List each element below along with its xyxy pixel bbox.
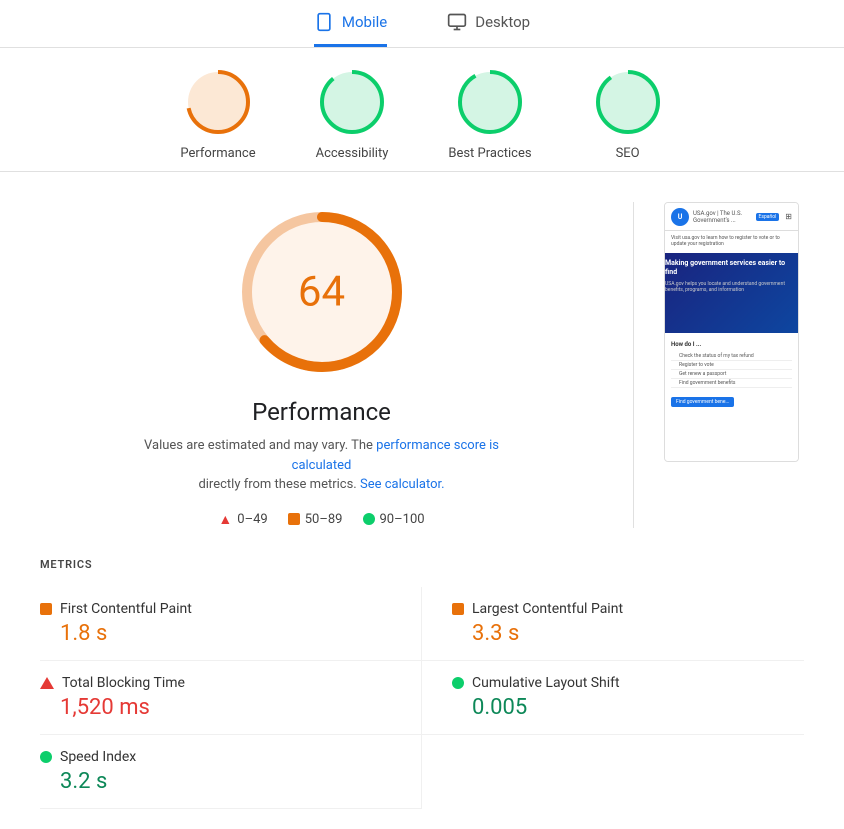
seo-circle-svg	[592, 66, 664, 138]
screenshot-how-label: How do I ...	[671, 337, 792, 352]
usa-gov-logo: U	[671, 208, 689, 226]
screenshot-container: U USA.gov | The U.S. Government's ... Es…	[664, 202, 799, 462]
score-circle-seo: SEO	[592, 66, 664, 161]
metric-fcp: First Contentful Paint 1.8 s	[40, 587, 422, 661]
fcp-value: 1.8 s	[60, 621, 381, 646]
desktop-icon	[447, 12, 467, 32]
tab-mobile[interactable]: Mobile	[314, 12, 387, 47]
screenshot-list-item-2: Register to vote	[671, 361, 792, 370]
performance-circle-label: Performance	[180, 146, 255, 161]
see-calculator-link[interactable]: See calculator.	[360, 477, 445, 492]
cls-name: Cumulative Layout Shift	[472, 675, 620, 691]
screenshot-body: Visit usa.gov to learn how to register t…	[665, 231, 798, 253]
si-name: Speed Index	[60, 749, 136, 765]
screenshot-hero-title: Making government services easier to fin…	[665, 259, 798, 277]
metric-cls-header: Cumulative Layout Shift	[452, 675, 804, 691]
tbt-value: 1,520 ms	[60, 695, 381, 720]
screenshot-cta-btn: Find government bene...	[671, 397, 734, 407]
description-mid: directly from these metrics.	[198, 477, 356, 492]
metrics-section: METRICS First Contentful Paint 1.8 s Lar…	[0, 548, 844, 829]
si-value: 3.2 s	[60, 769, 381, 794]
legend-red-range: 0–49	[237, 512, 267, 527]
performance-circle-svg	[182, 66, 254, 138]
score-circle-accessibility: Accessibility	[316, 66, 389, 161]
score-circles-row: Performance Accessibility Best Practices…	[0, 48, 844, 172]
main-content: 64 Performance Values are estimated and …	[0, 172, 844, 548]
lcp-value: 3.3 s	[472, 621, 804, 646]
screenshot-how-section: How do I ... Check the status of my tax …	[665, 333, 798, 411]
tbt-name: Total Blocking Time	[62, 675, 185, 691]
tbt-indicator	[40, 677, 54, 689]
green-circle-icon	[363, 513, 375, 525]
mobile-icon	[314, 12, 334, 32]
screenshot-subtext: Visit usa.gov to learn how to register t…	[671, 235, 792, 247]
legend-green: 90–100	[363, 512, 425, 527]
seo-circle-label: SEO	[616, 146, 640, 161]
metric-tbt: Total Blocking Time 1,520 ms	[40, 661, 422, 735]
score-circle-best-practices: Best Practices	[448, 66, 531, 161]
fcp-indicator	[40, 603, 52, 615]
score-circle-performance: Performance	[180, 66, 255, 161]
screenshot-list-item-4: Find government benefits	[671, 379, 792, 388]
metric-lcp-header: Largest Contentful Paint	[452, 601, 804, 617]
metric-cls: Cumulative Layout Shift 0.005	[422, 661, 804, 735]
performance-description: Values are estimated and may vary. The p…	[132, 436, 512, 495]
big-score-number: 64	[298, 268, 345, 317]
tab-mobile-label: Mobile	[342, 13, 387, 31]
screenshot-list-item-3: Get renew a passport	[671, 370, 792, 379]
legend-orange: 50–89	[288, 512, 343, 527]
screenshot-list-item-1: Check the status of my tax refund	[671, 352, 792, 361]
legend-red: ▲ 0–49	[218, 511, 267, 528]
metric-si: Speed Index 3.2 s	[40, 735, 422, 809]
metric-lcp: Largest Contentful Paint 3.3 s	[422, 587, 804, 661]
tab-desktop-label: Desktop	[475, 13, 530, 31]
lcp-indicator	[452, 603, 464, 615]
screenshot-nav-text: USA.gov | The U.S. Government's ...	[693, 210, 752, 224]
screenshot-hero-sub: USA.gov helps you locate and understand …	[665, 281, 798, 293]
device-tabs: Mobile Desktop	[0, 0, 844, 48]
screenshot-inner: U USA.gov | The U.S. Government's ... Es…	[665, 203, 798, 461]
espanol-btn: Español	[756, 213, 780, 221]
lcp-name: Largest Contentful Paint	[472, 601, 623, 617]
vertical-divider	[633, 202, 634, 528]
cls-indicator	[452, 677, 464, 689]
orange-square-icon	[288, 513, 300, 525]
best-practices-circle-label: Best Practices	[448, 146, 531, 161]
legend-green-range: 90–100	[380, 512, 425, 527]
metrics-title: METRICS	[40, 558, 804, 571]
si-indicator	[40, 751, 52, 763]
search-icon-screenshot: ⊞	[785, 212, 792, 221]
screenshot-hero: Making government services easier to fin…	[664, 253, 799, 333]
cls-value: 0.005	[472, 695, 804, 720]
metrics-grid: First Contentful Paint 1.8 s Largest Con…	[40, 587, 804, 809]
metric-tbt-header: Total Blocking Time	[40, 675, 381, 691]
left-panel: 64 Performance Values are estimated and …	[40, 202, 603, 528]
best-practices-circle-svg	[454, 66, 526, 138]
score-legend: ▲ 0–49 50–89 90–100	[218, 511, 424, 528]
fcp-name: First Contentful Paint	[60, 601, 192, 617]
description-text: Values are estimated and may vary. The	[144, 438, 373, 453]
big-score-container: 64	[232, 202, 412, 382]
legend-orange-range: 50–89	[305, 512, 343, 527]
red-triangle-icon: ▲	[218, 511, 232, 528]
screenshot-header: U USA.gov | The U.S. Government's ... Es…	[665, 203, 798, 231]
accessibility-circle-label: Accessibility	[316, 146, 389, 161]
performance-title: Performance	[252, 398, 391, 426]
tab-desktop[interactable]: Desktop	[447, 12, 530, 47]
metric-si-header: Speed Index	[40, 749, 381, 765]
metric-fcp-header: First Contentful Paint	[40, 601, 381, 617]
right-panel: U USA.gov | The U.S. Government's ... Es…	[664, 202, 804, 528]
accessibility-circle-svg	[316, 66, 388, 138]
